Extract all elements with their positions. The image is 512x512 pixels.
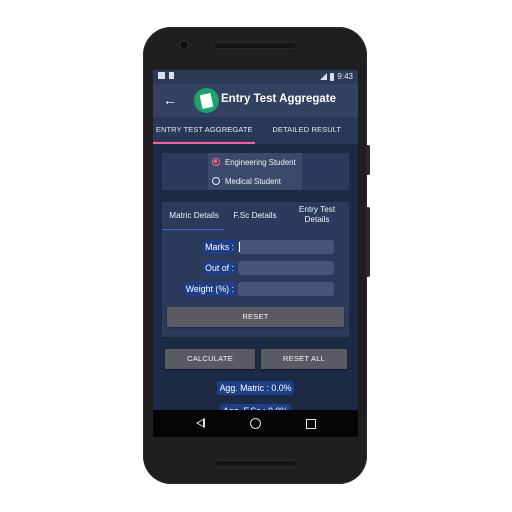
radio-option-medical[interactable]: Medical Student	[212, 173, 281, 189]
radio-label: Engineering Student	[225, 157, 296, 167]
tab-matric-details[interactable]: Matric Details	[164, 211, 224, 220]
agg-matric-row: Agg. Matric : 0.0%	[153, 378, 358, 395]
back-arrow-icon[interactable]: ←	[163, 90, 179, 110]
tab-fsc-details[interactable]: F.Sc Details	[226, 211, 284, 220]
status-time: 9:43	[337, 72, 353, 81]
nav-back-icon[interactable]	[196, 418, 205, 428]
bottom-speaker	[213, 460, 297, 467]
main-content: Engineering Student Medical Student Matr…	[153, 144, 358, 418]
agg-matric-value: Agg. Matric : 0.0%	[216, 381, 295, 395]
text-cursor	[239, 242, 240, 252]
nav-home-icon[interactable]	[250, 418, 261, 429]
top-speaker	[213, 42, 297, 49]
details-card: Matric Details F.Sc Details Entry Test D…	[162, 202, 349, 337]
tab-entry-test-aggregate[interactable]: ENTRY TEST AGGREGATE	[153, 117, 256, 144]
student-type-card: Engineering Student Medical Student	[162, 153, 349, 190]
out-of-label: Out of :	[203, 261, 236, 275]
radio-button-checked[interactable]	[212, 158, 220, 166]
main-tabs: ENTRY TEST AGGREGATE DETAILED RESULT	[153, 117, 358, 144]
volume-button	[367, 207, 370, 277]
battery-icon	[330, 72, 335, 81]
tab-detailed-result[interactable]: DETAILED RESULT	[256, 117, 359, 144]
radio-label: Medical Student	[225, 176, 281, 186]
android-notification-icon	[169, 72, 174, 79]
weight-row: Weight (%) :	[162, 282, 349, 297]
student-type-radio-group: Engineering Student Medical Student	[208, 153, 302, 190]
weight-label: Weight (%) :	[183, 282, 236, 296]
nav-recents-icon[interactable]	[306, 419, 316, 429]
app-title: Entry Test Aggregate	[221, 93, 337, 105]
signal-icon	[320, 73, 328, 80]
front-camera	[180, 41, 188, 49]
app-bar: ← Entry Test Aggregate	[153, 84, 358, 117]
radio-button[interactable]	[212, 177, 220, 185]
detail-tab-indicator	[162, 229, 224, 230]
out-of-input[interactable]	[238, 261, 334, 275]
weight-input[interactable]	[238, 282, 334, 296]
marks-row: Marks :	[162, 240, 349, 255]
calculate-button[interactable]: CALCULATE	[165, 349, 255, 369]
marks-label: Marks :	[203, 240, 236, 254]
phone-screen: 9:43 ← Entry Test Aggregate ENTRY TEST A…	[153, 70, 358, 437]
tab-entry-test-details[interactable]: Entry Test Details	[290, 205, 344, 225]
status-bar: 9:43	[153, 70, 358, 84]
marks-input[interactable]	[238, 240, 334, 254]
detail-tabs: Matric Details F.Sc Details Entry Test D…	[162, 202, 349, 230]
paper-icon	[199, 92, 214, 109]
app-logo	[194, 88, 219, 113]
reset-button[interactable]: RESET	[167, 307, 344, 327]
image-notification-icon	[158, 72, 165, 79]
out-of-row: Out of :	[162, 261, 349, 276]
radio-option-engineering[interactable]: Engineering Student	[212, 154, 296, 170]
reset-all-button[interactable]: RESET ALL	[261, 349, 347, 369]
navigation-bar	[153, 410, 358, 437]
power-button	[367, 145, 370, 175]
